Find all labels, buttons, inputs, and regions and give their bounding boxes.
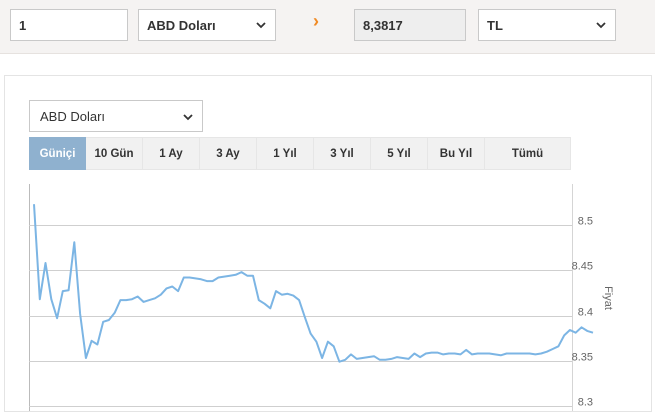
price-line-chart: 8.5 8.45 8.4 8.35 8.3 Fiyat (29, 184, 614, 411)
chart-panel: ABD Doları Güniçi 10 Gün 1 Ay 3 Ay 1 Yıl… (4, 75, 652, 412)
price-series-line (33, 204, 594, 363)
convert-arrow-icon: › (313, 11, 319, 31)
to-currency-select[interactable]: TL (478, 9, 616, 41)
from-currency-value: ABD Doları (147, 17, 216, 33)
chevron-down-icon (256, 22, 266, 29)
y-tick-label: 8.45 (572, 261, 593, 273)
amount-value: 1 (19, 17, 27, 33)
amount-input[interactable]: 1 (10, 9, 128, 41)
chevron-down-icon (596, 22, 606, 29)
y-axis-title: Fiyat (602, 286, 614, 310)
result-field: 8,3817 (354, 9, 466, 41)
to-currency-value: TL (487, 17, 503, 33)
y-tick-label: 8.4 (578, 307, 593, 319)
y-tick-label: 8.35 (572, 352, 593, 364)
currency-converter-bar: 1 ABD Doları › 8,3817 TL (0, 0, 655, 54)
y-tick-label: 8.5 (578, 216, 593, 228)
from-currency-select[interactable]: ABD Doları (138, 9, 276, 41)
result-value: 8,3817 (363, 17, 403, 33)
y-tick-label: 8.3 (578, 397, 593, 409)
